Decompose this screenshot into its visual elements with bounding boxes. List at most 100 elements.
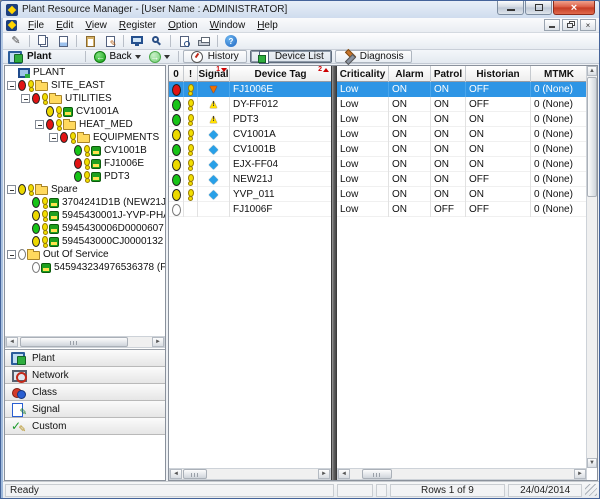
table-row[interactable]: FJ1006E Low ON ON OFF 0 (None) — [169, 82, 587, 97]
scroll-thumb[interactable] — [362, 469, 392, 479]
frozen-pane-horizontal-scrollbar[interactable]: ◄ ► — [169, 468, 331, 480]
tree-node[interactable]: HEAT_MED — [5, 118, 165, 131]
tree-expander-icon[interactable] — [49, 133, 58, 142]
column-header-signal[interactable]: Signal 1 — [198, 66, 230, 82]
save-button[interactable] — [53, 34, 73, 49]
mdi-document-icon[interactable] — [6, 20, 17, 31]
help-button[interactable]: ? — [221, 34, 241, 49]
view-button[interactable]: Network — [5, 367, 165, 384]
menu-item[interactable]: Window — [204, 19, 252, 32]
search-button[interactable] — [147, 34, 167, 49]
pen-tool-button[interactable]: ✎ — [6, 34, 26, 49]
menu-item[interactable]: View — [79, 19, 113, 32]
table-vertical-scrollbar[interactable]: ▲ ▼ — [586, 66, 597, 468]
column-header-status[interactable]: 0 — [169, 66, 184, 82]
tree-node[interactable]: SITE_EAST — [5, 79, 165, 92]
copy-button[interactable] — [33, 34, 53, 49]
tree-node[interactable]: FJ1006E — [5, 157, 165, 170]
scroll-thumb[interactable] — [20, 337, 128, 347]
column-header-patrol[interactable]: Patrol — [431, 66, 466, 82]
menu-item[interactable]: File — [22, 19, 50, 32]
menu-item[interactable]: Option — [162, 19, 203, 32]
column-header-device-tag[interactable]: Device Tag 2 — [230, 66, 331, 82]
tree-expander-icon[interactable] — [21, 94, 30, 103]
navbar-tab[interactable]: Diagnosis — [335, 50, 412, 63]
back-button[interactable]: ← Back — [90, 50, 144, 63]
scroll-right-icon[interactable]: ► — [152, 337, 164, 347]
tree-expander-icon[interactable] — [7, 185, 16, 194]
tree-node[interactable]: 545943234976536378 (FJ1006F) — [5, 261, 165, 274]
table-row[interactable]: CV1001B Low ON ON ON 0 (None) — [169, 142, 587, 157]
scroll-thumb[interactable] — [183, 469, 207, 479]
print-preview-button[interactable] — [174, 34, 194, 49]
tree-node[interactable]: 594543000CJ0000132 (EJX-FF04) — [5, 235, 165, 248]
tree-node[interactable]: PLANT — [5, 66, 165, 79]
table-row[interactable]: DY-FF012 Low ON ON OFF 0 (None) — [169, 97, 587, 112]
table-horizontal-scrollbar[interactable]: ◄ ► — [337, 468, 587, 480]
pen-icon: ✎ — [11, 36, 20, 47]
tree-node[interactable]: CV1001A — [5, 105, 165, 118]
table-row[interactable]: NEW21J Low ON ON OFF 0 (None) — [169, 172, 587, 187]
column-header-mtmk[interactable]: MTMK — [531, 66, 587, 82]
column-header-criticality[interactable]: Criticality — [337, 66, 389, 82]
close-button[interactable]: × — [553, 1, 595, 15]
table-row[interactable]: FJ1006F Low ON OFF OFF 0 (None) — [169, 202, 587, 217]
menu-item[interactable]: Register — [113, 19, 162, 32]
column-header-historian[interactable]: Historian — [466, 66, 531, 82]
scroll-left-icon[interactable]: ◄ — [6, 337, 18, 347]
table-row[interactable]: YVP_011 Low ON ON ON 0 (None) — [169, 187, 587, 202]
scroll-down-icon[interactable]: ▼ — [587, 458, 597, 468]
tree-expander-icon[interactable] — [7, 81, 16, 90]
forward-button[interactable]: → — [145, 50, 174, 63]
view-button[interactable]: Custom — [5, 418, 165, 435]
view-button[interactable]: Signal — [5, 401, 165, 418]
table-row[interactable]: CV1001A Low ON ON ON 0 (None) — [169, 127, 587, 142]
print-button[interactable] — [194, 34, 214, 49]
menu-item[interactable]: Help — [251, 19, 284, 32]
node-label: UTILITIES — [65, 93, 112, 104]
mdi-close-button[interactable]: × — [580, 19, 596, 31]
tree-node[interactable]: 5945430006D0000607 (DY-FF012) — [5, 222, 165, 235]
tree-node[interactable]: CV1001B — [5, 144, 165, 157]
toolbar-separator — [76, 35, 77, 47]
scroll-thumb[interactable] — [587, 77, 597, 197]
navbar-tab[interactable]: History — [183, 50, 247, 63]
tree-node[interactable]: 5945430001J-YVP-PHASE2-TEST ( — [5, 209, 165, 222]
minimize-button[interactable] — [497, 1, 524, 15]
back-dropdown-icon[interactable] — [135, 55, 141, 59]
paste-button[interactable] — [80, 34, 100, 49]
forward-dropdown-icon[interactable] — [164, 55, 170, 59]
table-row[interactable]: PDT3 Low ON ON ON 0 (None) — [169, 112, 587, 127]
tree-node[interactable]: PDT3 — [5, 170, 165, 183]
node-label: 3704241D1B (NEW21J) — [62, 197, 165, 208]
column-header-alert[interactable]: ! — [184, 66, 198, 82]
scroll-right-icon[interactable]: ► — [318, 469, 330, 479]
tree-horizontal-scrollbar[interactable]: ◄ ► — [5, 336, 165, 348]
view-button[interactable]: Class — [5, 384, 165, 401]
navbar-tab[interactable]: Device List — [250, 50, 332, 63]
tree-node[interactable]: 3704241D1B (NEW21J) — [5, 196, 165, 209]
column-header-alarm[interactable]: Alarm — [389, 66, 431, 82]
mdi-restore-button[interactable] — [562, 19, 578, 31]
tree-node[interactable]: UTILITIES — [5, 92, 165, 105]
tree-node[interactable]: Spare — [5, 183, 165, 196]
edit-document-button[interactable] — [100, 34, 120, 49]
title-bar[interactable]: Plant Resource Manager - [User Name : AD… — [1, 1, 599, 18]
frozen-pane-splitter[interactable] — [331, 66, 337, 480]
scroll-left-icon[interactable]: ◄ — [170, 469, 182, 479]
tree-expander-icon[interactable] — [7, 250, 16, 259]
maximize-button[interactable] — [525, 1, 552, 15]
tree-node[interactable]: Out Of Service — [5, 248, 165, 261]
node-icon — [77, 134, 90, 143]
tree-node[interactable]: EQUIPMENTS — [5, 131, 165, 144]
tree-expander-icon[interactable] — [35, 120, 44, 129]
menu-item[interactable]: Edit — [50, 19, 79, 32]
table-row[interactable]: EJX-FF04 Low ON ON ON 0 (None) — [169, 157, 587, 172]
resize-grip[interactable] — [585, 484, 597, 496]
scroll-right-icon[interactable]: ► — [574, 469, 586, 479]
scroll-left-icon[interactable]: ◄ — [338, 469, 350, 479]
view-button[interactable]: Plant — [5, 350, 165, 367]
mdi-minimize-button[interactable] — [544, 19, 560, 31]
monitor-button[interactable] — [127, 34, 147, 49]
scroll-up-icon[interactable]: ▲ — [587, 66, 597, 76]
